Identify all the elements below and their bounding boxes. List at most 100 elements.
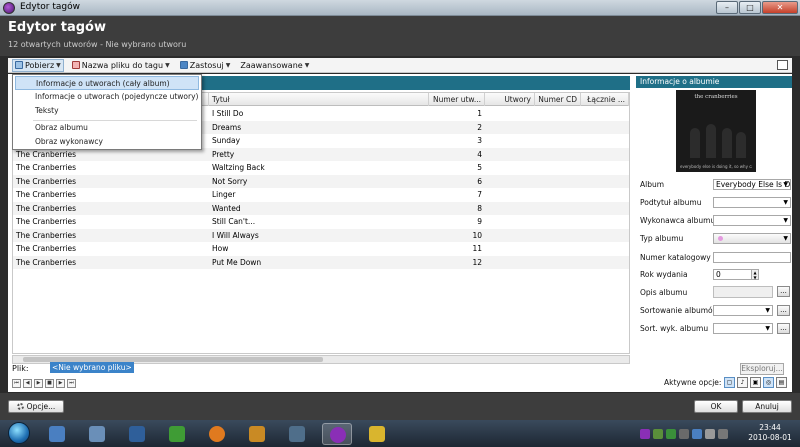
album-artist-combo[interactable]: ▼ <box>713 215 791 226</box>
app-icon <box>89 426 105 442</box>
apply-button[interactable]: Zastosuj ▼ <box>178 59 233 72</box>
taskbar-app-3[interactable] <box>122 423 152 445</box>
advanced-button[interactable]: Zaawansowane ▼ <box>238 59 311 72</box>
menu-item-lyrics[interactable]: Teksty <box>15 104 199 118</box>
menu-item-album-art[interactable]: Obraz albumu <box>15 121 199 135</box>
filename-icon <box>71 61 80 69</box>
album-description-field[interactable] <box>713 286 773 298</box>
network-icon[interactable] <box>692 429 702 439</box>
tray-icon[interactable] <box>718 429 728 439</box>
tray-icon[interactable] <box>666 429 676 439</box>
dialog-footer: Opcje... OK Anuluj <box>0 393 800 420</box>
cell-title: Put Me Down <box>212 257 262 267</box>
cover-album-caption: everybody else is doing it, so why can't… <box>680 164 752 169</box>
cell-artist: The Cranberries <box>16 176 77 186</box>
filename-to-tag-button[interactable]: Nazwa pliku do tagu ▼ <box>70 59 172 72</box>
play-icon[interactable]: ▶ <box>34 379 43 388</box>
column-cd-number[interactable]: Numer CD <box>535 93 581 106</box>
options-button[interactable]: Opcje... <box>8 400 64 413</box>
year-spinner-arrows-icon[interactable]: ▲ ▼ <box>751 269 759 280</box>
album-artist-sort-browse-button[interactable]: ... <box>777 323 790 334</box>
column-tracks[interactable]: Utwory <box>485 93 535 106</box>
cell-track-number: 9 <box>477 217 482 226</box>
track-navigation: ⏮ ◀ ▶ ■ ▶ ⏭ <box>12 379 76 388</box>
chevron-down-icon: ▼ <box>783 235 788 242</box>
option-lyrics-icon[interactable]: ♪ <box>737 377 748 388</box>
album-sort-combo[interactable]: ▼ <box>713 305 773 316</box>
table-row[interactable]: The Cranberries Wanted 8 <box>13 201 629 215</box>
album-value: Everybody Else Is D <box>716 180 791 189</box>
table-row[interactable]: The Cranberries I Will Always 10 <box>13 228 629 242</box>
toolbar: Pobierz ▼ Nazwa pliku do tagu ▼ Zastosuj… <box>8 58 792 73</box>
file-path-value[interactable]: <Nie wybrano pliku> <box>50 362 134 373</box>
panel-toggle-icon[interactable] <box>777 60 788 70</box>
table-row[interactable]: The Cranberries Put Me Down 12 <box>13 255 629 269</box>
taskbar-xbmc[interactable] <box>282 423 312 445</box>
table-row[interactable]: The Cranberries Linger 7 <box>13 188 629 202</box>
table-row[interactable]: The Cranberries Still Can't... 9 <box>13 215 629 229</box>
fetch-menu-button[interactable]: Pobierz ▼ <box>12 58 64 72</box>
taskbar-app-1[interactable] <box>42 423 72 445</box>
menu-item-artist-image[interactable]: Obraz wykonawcy <box>15 135 199 149</box>
fetch-icon <box>15 61 23 69</box>
subtitle-combo[interactable]: ▼ <box>713 197 791 208</box>
option-picture-icon[interactable]: ▣ <box>750 377 761 388</box>
stop-icon[interactable]: ■ <box>45 379 54 388</box>
explore-button[interactable]: Eksploruj... <box>740 363 784 375</box>
menu-item-album-info[interactable]: Informacje o utworach (cały album) <box>15 76 199 90</box>
tray-icon[interactable] <box>679 429 689 439</box>
minimize-button[interactable]: – <box>716 1 738 14</box>
volume-icon[interactable] <box>705 429 715 439</box>
taskbar-media-player[interactable] <box>242 423 272 445</box>
column-track-number[interactable]: Numer utw... <box>429 93 485 106</box>
clock[interactable]: 23:44 2010-08-01 <box>744 423 796 443</box>
taskbar-app-9[interactable] <box>362 423 392 445</box>
table-row[interactable]: The Cranberries Waltzing Back 5 <box>13 161 629 175</box>
catalog-number-input[interactable] <box>713 252 791 263</box>
music-icon <box>330 427 346 443</box>
cell-title: Wanted <box>212 203 241 213</box>
option-details-icon[interactable]: ▢ <box>724 377 735 388</box>
next-track-icon[interactable]: ▶ <box>56 379 65 388</box>
ok-button[interactable]: OK <box>694 400 738 413</box>
previous-track-icon[interactable]: ◀ <box>23 379 32 388</box>
menu-item-track-info[interactable]: Informacje o utworach (pojedyncze utwory… <box>15 90 199 104</box>
column-title[interactable]: Tytuł <box>209 93 429 106</box>
option-artist-icon[interactable]: ◎ <box>763 377 774 388</box>
tray-icon[interactable] <box>653 429 663 439</box>
start-button[interactable] <box>2 420 38 447</box>
cell-artist: The Cranberries <box>16 190 77 199</box>
album-sort-browse-button[interactable]: ... <box>777 305 790 316</box>
taskbar-mediamonkey[interactable] <box>322 423 352 445</box>
album-artist-sort-combo[interactable]: ▼ <box>713 323 773 334</box>
option-image-icon[interactable]: ▤ <box>776 377 787 388</box>
maximize-button[interactable]: □ <box>739 1 761 14</box>
taskbar-firefox[interactable] <box>202 423 232 445</box>
close-button[interactable]: ✕ <box>762 1 798 14</box>
cancel-button[interactable]: Anuluj <box>742 400 792 413</box>
filename-to-tag-label: Nazwa pliku do tagu <box>81 60 164 70</box>
active-options-label: Aktywne opcje: <box>664 378 722 387</box>
album-label: Album <box>640 180 665 189</box>
cell-track-number: 1 <box>477 109 482 118</box>
album-type-combo[interactable]: ▼ <box>713 233 791 244</box>
taskbar-utorrent[interactable] <box>162 423 192 445</box>
taskbar-app-2[interactable] <box>82 423 112 445</box>
cell-title: I Will Always <box>212 230 259 240</box>
chevron-down-icon: ▼ <box>765 307 770 314</box>
cell-title: Pretty <box>212 149 235 159</box>
album-combo[interactable]: Everybody Else Is D ▼ <box>713 179 791 190</box>
tray-icon[interactable] <box>640 429 650 439</box>
table-row[interactable]: The Cranberries How 11 <box>13 242 629 256</box>
last-track-icon[interactable]: ⏭ <box>67 379 76 388</box>
media-player-icon <box>249 426 265 442</box>
album-cover[interactable]: the cranberries everybody else is doing … <box>676 90 756 172</box>
cell-track-number: 12 <box>472 257 482 267</box>
first-track-icon[interactable]: ⏮ <box>12 379 21 388</box>
column-total[interactable]: Łącznie ... <box>581 93 629 106</box>
album-sort-label: Sortowanie albumów <box>640 306 719 315</box>
table-row[interactable]: The Cranberries Not Sorry 6 <box>13 174 629 188</box>
album-description-browse-button[interactable]: ... <box>777 286 790 297</box>
cell-track-number: 8 <box>477 203 482 213</box>
taskbar: 23:44 2010-08-01 <box>0 420 800 447</box>
